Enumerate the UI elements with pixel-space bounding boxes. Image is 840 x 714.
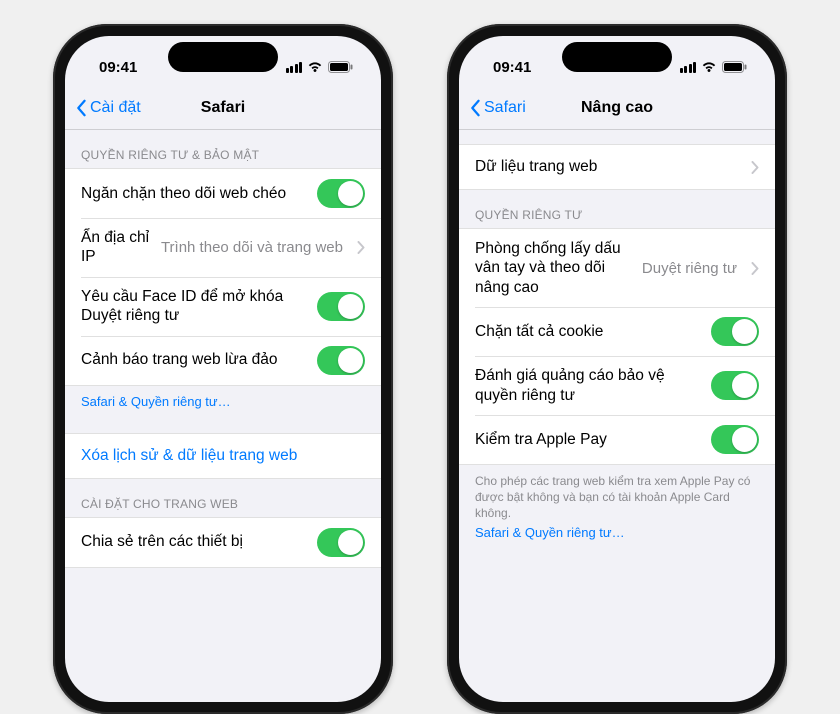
row-label: Xóa lịch sử & dữ liệu trang web — [81, 446, 365, 465]
section-header-privacy: Quyền riêng tư — [459, 190, 775, 228]
status-time: 09:41 — [493, 59, 531, 76]
row-prevent-cross-site-tracking[interactable]: Ngăn chặn theo dõi web chéo — [65, 169, 381, 218]
row-advanced-tracking[interactable]: Phòng chống lấy dấu vân tay và theo dõi … — [459, 229, 775, 307]
nav-bar: Cài đặt Safari — [65, 86, 381, 130]
wifi-icon — [307, 61, 323, 73]
back-label: Cài đặt — [90, 99, 141, 117]
settings-content: Dữ liệu trang web Quyền riêng tư Phòng c… — [459, 130, 775, 564]
cellular-icon — [680, 62, 697, 73]
screen-right: 09:41 Safari Nâng cao Dữ liệu — [459, 36, 775, 702]
status-time: 09:41 — [99, 59, 137, 76]
toggle-switch[interactable] — [317, 292, 365, 321]
toggle-switch[interactable] — [317, 179, 365, 208]
section-header-privacy: Quyền riêng tư & bảo mật — [65, 130, 381, 168]
group-clear-history: Xóa lịch sử & dữ liệu trang web — [65, 433, 381, 479]
back-label: Safari — [484, 99, 526, 117]
toggle-switch[interactable] — [711, 371, 759, 400]
row-label: Chia sẻ trên các thiết bị — [81, 532, 307, 551]
group-website-data: Dữ liệu trang web — [459, 144, 775, 190]
battery-icon — [328, 61, 353, 73]
row-ad-measurement[interactable]: Đánh giá quảng cáo bảo vệ quyền riêng tư — [459, 356, 775, 415]
row-website-data[interactable]: Dữ liệu trang web — [459, 145, 775, 189]
row-label: Ẩn địa chỉ IP — [81, 228, 151, 267]
status-icons — [286, 61, 354, 73]
back-button[interactable]: Cài đặt — [75, 99, 141, 117]
chevron-left-icon — [75, 99, 87, 117]
row-label: Chặn tất cả cookie — [475, 322, 701, 341]
row-label: Dữ liệu trang web — [475, 157, 741, 176]
privacy-footer-link[interactable]: Safari & Quyền riêng tư… — [65, 386, 381, 413]
chevron-left-icon — [469, 99, 481, 117]
toggle-switch[interactable] — [711, 317, 759, 346]
cellular-icon — [286, 62, 303, 73]
row-label: Cảnh báo trang web lừa đảo — [81, 350, 307, 369]
footer-description: Cho phép các trang web kiểm tra xem Appl… — [459, 465, 775, 524]
row-label: Đánh giá quảng cáo bảo vệ quyền riêng tư — [475, 366, 701, 405]
screen-left: 09:41 Cài đặt Safari Quyền riêng tư & bả… — [65, 36, 381, 702]
row-value: Duyệt riêng tư — [642, 260, 737, 277]
row-fraudulent-warning[interactable]: Cảnh báo trang web lừa đảo — [65, 336, 381, 385]
row-label: Kiểm tra Apple Pay — [475, 430, 701, 449]
row-hide-ip[interactable]: Ẩn địa chỉ IP Trình theo dõi và trang we… — [65, 218, 381, 277]
page-title: Nâng cao — [581, 99, 653, 117]
chevron-right-icon — [751, 161, 759, 174]
toggle-switch[interactable] — [317, 528, 365, 557]
toggle-switch[interactable] — [711, 425, 759, 454]
dynamic-island — [168, 42, 278, 72]
battery-icon — [722, 61, 747, 73]
wifi-icon — [701, 61, 717, 73]
section-header-website-settings: Cài đặt cho trang web — [65, 479, 381, 517]
row-block-all-cookies[interactable]: Chặn tất cả cookie — [459, 307, 775, 356]
privacy-footer-link[interactable]: Safari & Quyền riêng tư… — [459, 523, 775, 544]
chevron-right-icon — [357, 241, 365, 254]
group-privacy: Ngăn chặn theo dõi web chéo Ẩn địa chỉ I… — [65, 168, 381, 386]
settings-content: Quyền riêng tư & bảo mật Ngăn chặn theo … — [65, 130, 381, 588]
chevron-right-icon — [751, 262, 759, 275]
phone-right: 09:41 Safari Nâng cao Dữ liệu — [447, 24, 787, 714]
back-button[interactable]: Safari — [469, 99, 526, 117]
row-clear-history[interactable]: Xóa lịch sử & dữ liệu trang web — [65, 434, 381, 478]
nav-bar: Safari Nâng cao — [459, 86, 775, 130]
group-website-settings: Chia sẻ trên các thiết bị — [65, 517, 381, 568]
row-label: Ngăn chặn theo dõi web chéo — [81, 184, 307, 203]
page-title: Safari — [201, 99, 245, 117]
row-check-apple-pay[interactable]: Kiểm tra Apple Pay — [459, 415, 775, 464]
row-label: Phòng chống lấy dấu vân tay và theo dõi … — [475, 239, 632, 297]
status-icons — [680, 61, 748, 73]
row-value: Trình theo dõi và trang web — [161, 239, 343, 256]
dynamic-island — [562, 42, 672, 72]
phone-left: 09:41 Cài đặt Safari Quyền riêng tư & bả… — [53, 24, 393, 714]
group-privacy-advanced: Phòng chống lấy dấu vân tay và theo dõi … — [459, 228, 775, 465]
row-label: Yêu cầu Face ID để mở khóa Duyệt riêng t… — [81, 287, 307, 326]
row-require-faceid[interactable]: Yêu cầu Face ID để mở khóa Duyệt riêng t… — [65, 277, 381, 336]
toggle-switch[interactable] — [317, 346, 365, 375]
